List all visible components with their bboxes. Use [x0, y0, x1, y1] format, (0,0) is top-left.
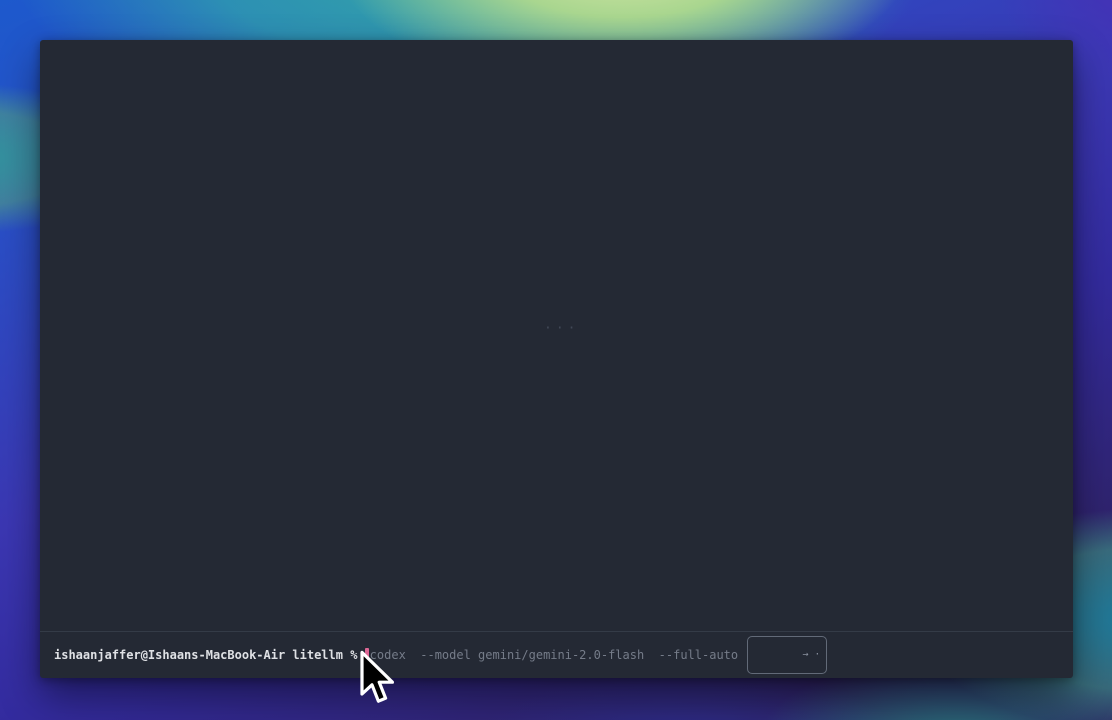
- terminal-output-area[interactable]: ···: [40, 40, 1073, 631]
- accept-suggestion-hint-pill: → ·: [747, 636, 827, 674]
- prompt-user-host-dir: ishaanjaffer@Ishaans-MacBook-Air litellm…: [54, 648, 365, 662]
- terminal-prompt-line[interactable]: ishaanjaffer@Ishaans-MacBook-Air litellm…: [40, 632, 1073, 678]
- autosuggestion-text: codex --model gemini/gemini-2.0-flash --…: [370, 648, 738, 662]
- terminal-window[interactable]: ··· ishaanjaffer@Ishaans-MacBook-Air lit…: [40, 40, 1073, 678]
- desktop-wallpaper: ··· ishaanjaffer@Ishaans-MacBook-Air lit…: [0, 0, 1112, 720]
- loading-indicator: ···: [544, 321, 579, 336]
- right-arrow-icon: → ·: [802, 649, 820, 660]
- text-cursor: [365, 648, 369, 663]
